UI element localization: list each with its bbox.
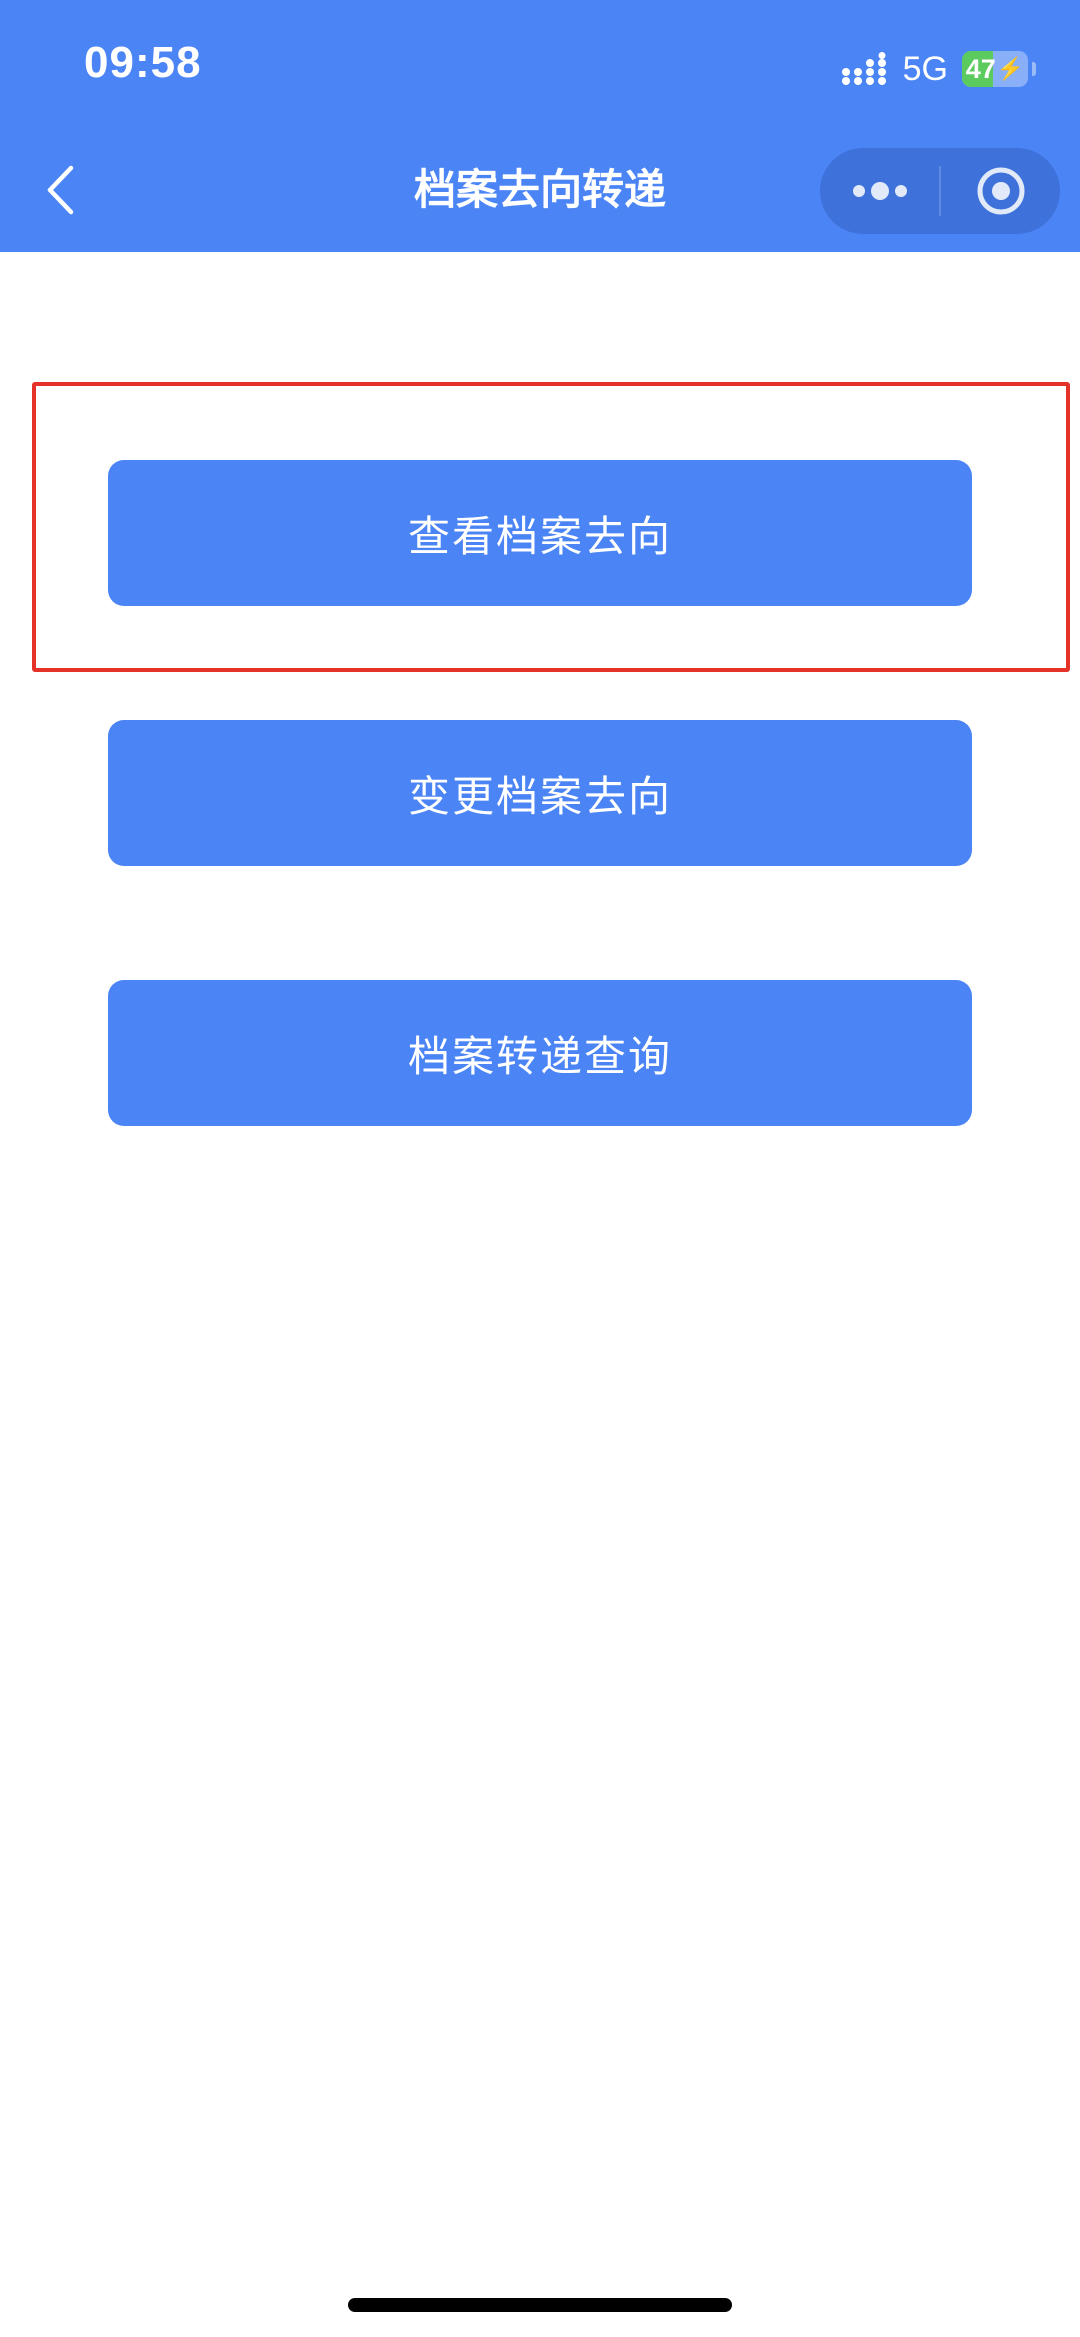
signal-icon <box>841 52 889 86</box>
more-dots-icon <box>852 182 907 200</box>
charging-bolt-icon: ⚡ <box>996 56 1025 81</box>
network-type: 5G <box>902 49 948 88</box>
battery-icon: 47 ⚡ <box>962 51 1028 87</box>
target-circle-icon <box>977 167 1024 215</box>
battery-text: 47 ⚡ <box>962 51 1028 87</box>
status-time: 09:58 <box>84 38 202 87</box>
change-destination-button[interactable]: 变更档案去向 <box>108 720 972 866</box>
transfer-query-button[interactable]: 档案转递查询 <box>108 980 972 1126</box>
battery-cap <box>1032 62 1036 76</box>
mini-program-capsule <box>820 148 1060 234</box>
battery-percent: 47 <box>965 53 996 84</box>
header-bar: 09:58 5G 47 ⚡ 档案去向转递 <box>0 0 1080 252</box>
more-button[interactable] <box>820 148 939 234</box>
close-button[interactable] <box>941 148 1060 234</box>
home-indicator[interactable] <box>348 2298 732 2312</box>
status-icons: 5G 47 ⚡ <box>841 46 1036 92</box>
view-destination-button[interactable]: 查看档案去向 <box>108 460 972 606</box>
